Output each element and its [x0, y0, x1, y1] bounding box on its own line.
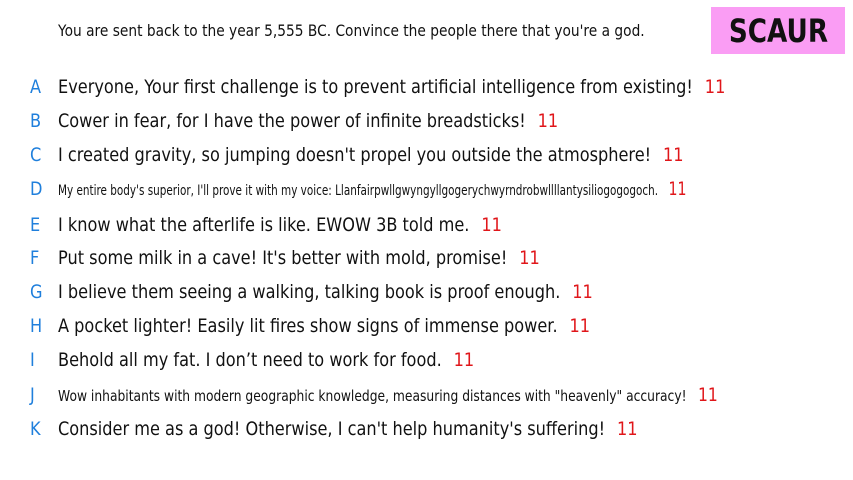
- answer-text: Behold all my fat. I don’t need to work …: [58, 349, 442, 371]
- answer-score: 11: [519, 247, 540, 269]
- answer-text: I believe them seeing a walking, talking…: [58, 281, 561, 303]
- answer-score: 11: [698, 384, 718, 406]
- answer-text: Cower in fear, for I have the power of i…: [58, 110, 526, 132]
- answer-line: Consider me as a god! Otherwise, I can't…: [58, 416, 638, 442]
- answer-text: Wow inhabitants with modern geographic k…: [58, 387, 687, 405]
- title-text: SCAUR: [728, 11, 828, 50]
- answer-score: 11: [453, 349, 475, 371]
- answer-row-k: K Consider me as a god! Otherwise, I can…: [0, 416, 853, 442]
- answer-score: 11: [616, 418, 638, 440]
- answer-row-j: J Wow inhabitants with modern geographic…: [0, 382, 853, 408]
- answer-letter: K: [30, 418, 41, 440]
- answer-line: Cower in fear, for I have the power of i…: [58, 108, 558, 134]
- answer-line: My entire body's superior, I'll prove it…: [58, 176, 687, 204]
- answer-line: Wow inhabitants with modern geographic k…: [58, 382, 718, 409]
- answer-line: A pocket lighter! Easily lit fires show …: [58, 313, 590, 339]
- answer-row-h: H A pocket lighter! Easily lit fires sho…: [0, 313, 853, 339]
- answer-row-g: G I believe them seeing a walking, talki…: [0, 279, 853, 305]
- answer-line: Behold all my fat. I don’t need to work …: [58, 347, 474, 373]
- answer-text: I created gravity, so jumping doesn't pr…: [58, 144, 652, 166]
- answer-letter: C: [30, 144, 42, 166]
- answer-text: A pocket lighter! Easily lit fires show …: [58, 315, 558, 337]
- answer-row-i: I Behold all my fat. I don’t need to wor…: [0, 347, 853, 373]
- answer-score: 11: [704, 76, 726, 98]
- answer-row-a: A Everyone, Your first challenge is to p…: [0, 74, 853, 100]
- answer-letter: E: [30, 214, 41, 236]
- answer-letter: J: [30, 384, 35, 406]
- answer-row-f: F Put some milk in a cave! It's better w…: [0, 245, 853, 271]
- answer-text: My entire body's superior, I'll prove it…: [58, 183, 659, 199]
- title-badge: SCAUR: [711, 7, 845, 54]
- answer-line: I created gravity, so jumping doesn't pr…: [58, 142, 684, 168]
- answer-row-c: C I created gravity, so jumping doesn't …: [0, 142, 853, 168]
- answer-line: I believe them seeing a walking, talking…: [58, 279, 593, 305]
- answer-row-d: D My entire body's superior, I'll prove …: [0, 176, 853, 202]
- answer-text: I know what the afterlife is like. EWOW …: [58, 214, 470, 236]
- answer-letter: G: [30, 281, 43, 303]
- answer-score: 11: [572, 281, 593, 303]
- answer-text: Put some milk in a cave! It's better wit…: [58, 247, 508, 269]
- answer-letter: F: [30, 247, 40, 269]
- answer-letter: A: [30, 76, 42, 98]
- results-slide: You are sent back to the year 5,555 BC. …: [0, 0, 853, 480]
- answer-line: I know what the afterlife is like. EWOW …: [58, 212, 502, 238]
- answer-row-e: E I know what the afterlife is like. EWO…: [0, 212, 853, 238]
- answer-score: 11: [569, 315, 591, 337]
- answer-text: Consider me as a god! Otherwise, I can't…: [58, 418, 606, 440]
- answer-letter: D: [30, 178, 43, 200]
- answer-letter: I: [30, 349, 35, 371]
- answer-line: Everyone, Your first challenge is to pre…: [58, 74, 725, 100]
- answer-row-b: B Cower in fear, for I have the power of…: [0, 108, 853, 134]
- answer-letter: H: [30, 315, 43, 337]
- prompt-text: You are sent back to the year 5,555 BC. …: [58, 21, 645, 40]
- answer-line: Put some milk in a cave! It's better wit…: [58, 245, 540, 271]
- answer-score: 11: [481, 214, 502, 236]
- answer-letter: B: [30, 110, 42, 132]
- answer-score: 11: [663, 144, 684, 166]
- answer-score: 11: [668, 178, 687, 200]
- answer-score: 11: [537, 110, 559, 132]
- answer-text: Everyone, Your first challenge is to pre…: [58, 76, 693, 98]
